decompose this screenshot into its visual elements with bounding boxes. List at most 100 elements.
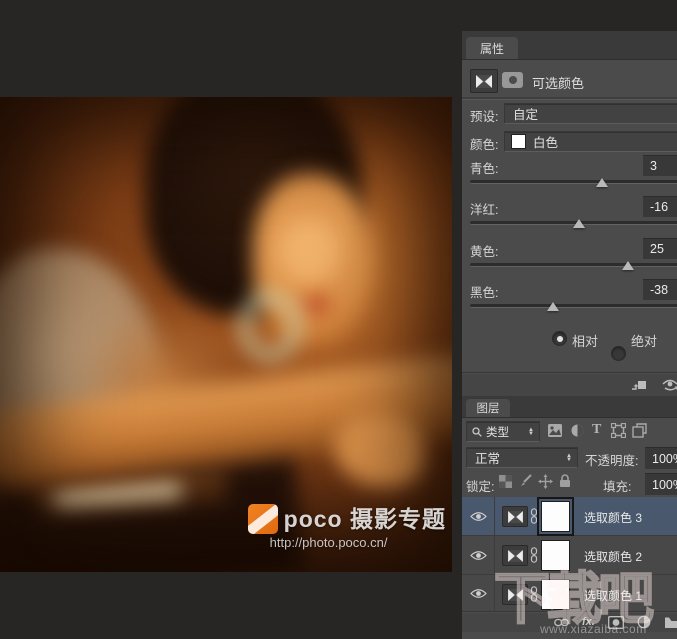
lock-pixels-brush-icon[interactable]	[518, 474, 533, 489]
link-layers-icon[interactable]	[554, 618, 569, 627]
layer-name[interactable]: 选取颜色 1	[584, 587, 642, 604]
mask-link-icon[interactable]	[530, 586, 538, 602]
selective-color-adjustment-icon	[470, 69, 498, 93]
filter-adjustment-layers-icon[interactable]	[570, 423, 585, 438]
lock-all-padlock-icon[interactable]	[559, 474, 571, 488]
fill-value: 100%	[652, 478, 677, 492]
cyan-value-field[interactable]: 3	[643, 155, 677, 176]
lock-transparency-icon[interactable]	[499, 475, 512, 488]
preset-label: 预设:	[470, 106, 498, 125]
new-group-folder-icon[interactable]	[664, 616, 677, 629]
layer-mask-thumbnail[interactable]	[541, 501, 570, 532]
black-slider-thumb[interactable]	[547, 302, 559, 311]
poco-watermark-title: poco 摄影专题	[284, 500, 446, 534]
filter-type-layers-icon[interactable]: T	[592, 422, 601, 438]
fill-label: 填充:	[603, 476, 631, 495]
tab-layers[interactable]: 图层	[466, 399, 510, 417]
opacity-value: 100%	[652, 452, 677, 466]
yellow-slider-thumb[interactable]	[622, 261, 634, 270]
eye-icon	[470, 550, 487, 561]
adjustment-title: 可选颜色	[532, 73, 584, 92]
black-value-field[interactable]: -38	[643, 279, 677, 300]
yellow-value: 25	[650, 242, 664, 256]
cyan-label: 青色:	[470, 158, 498, 177]
relative-radio[interactable]	[552, 331, 567, 346]
layers-tabbar: 图层	[462, 396, 677, 418]
layer-filter-kind-dropdown[interactable]: 类型 ▲▼	[466, 421, 540, 442]
dropdown-arrows-icon: ▲▼	[566, 454, 572, 462]
absolute-radio-label: 绝对	[631, 331, 657, 350]
layer-name[interactable]: 选取颜色 3	[584, 509, 642, 526]
poco-watermark: poco 摄影专题 http://photo.poco.cn/	[248, 500, 446, 550]
properties-tabbar: 属性	[462, 31, 677, 60]
eye-icon	[470, 511, 487, 522]
lock-position-move-icon[interactable]	[538, 474, 553, 489]
selective-color-layer-icon[interactable]	[502, 545, 528, 566]
layer-mask-thumbnail[interactable]	[541, 540, 570, 571]
yellow-slider[interactable]	[470, 263, 677, 275]
layer-row-selective-color-2[interactable]: 选取颜色 2	[462, 536, 677, 575]
cyan-value: 3	[650, 159, 657, 173]
preset-dropdown[interactable]: 自定	[504, 103, 677, 124]
photoshop-workspace: poco 摄影专题 http://photo.poco.cn/ 属性 可选颜色	[0, 0, 677, 639]
color-swatch-white	[511, 134, 526, 149]
lock-label: 锁定:	[466, 476, 494, 495]
cyan-slider-track[interactable]	[470, 180, 677, 184]
yellow-slider-track[interactable]	[470, 263, 677, 267]
add-layer-mask-icon[interactable]	[608, 616, 624, 629]
black-slider[interactable]	[470, 304, 677, 316]
magenta-value-field[interactable]: -16	[643, 196, 677, 217]
header-divider	[462, 97, 677, 100]
selective-color-layer-icon[interactable]	[502, 506, 528, 527]
poco-watermark-url: http://photo.poco.cn/	[270, 535, 446, 550]
tab-properties[interactable]: 属性	[466, 37, 518, 59]
black-slider-track[interactable]	[470, 304, 677, 308]
cyan-slider-thumb[interactable]	[596, 178, 608, 187]
magenta-slider-thumb[interactable]	[573, 219, 585, 228]
filter-shape-layers-icon[interactable]	[611, 423, 626, 438]
opacity-field[interactable]: 100%	[645, 447, 677, 469]
blend-mode-value: 正常	[475, 448, 500, 467]
layer-style-fx-icon[interactable]: fx.	[582, 616, 595, 628]
color-value: 白色	[533, 132, 558, 151]
preset-value: 自定	[513, 104, 538, 123]
absolute-radio[interactable]	[611, 346, 626, 361]
document-canvas-photo[interactable]: poco 摄影专题 http://photo.poco.cn/	[0, 97, 452, 572]
layer-row-selective-color-1[interactable]: 选取颜色 1	[462, 575, 677, 612]
poco-logo-icon	[248, 504, 278, 534]
magenta-label: 洋红:	[470, 199, 498, 218]
filter-smart-objects-icon[interactable]	[632, 423, 647, 438]
properties-panel: 属性 可选颜色 预设: 自定 颜色: 白色 青	[462, 31, 677, 396]
visibility-toggle[interactable]	[462, 536, 495, 574]
properties-toolbar	[462, 372, 677, 396]
color-dropdown[interactable]: 白色	[504, 131, 677, 152]
layer-mask-icon[interactable]	[502, 72, 523, 88]
black-label: 黑色:	[470, 282, 498, 301]
layer-name[interactable]: 选取颜色 2	[584, 548, 642, 565]
dropdown-arrows-icon: ▲▼	[528, 428, 534, 436]
visibility-toggle[interactable]	[462, 497, 495, 535]
tab-layers-label: 图层	[477, 400, 500, 416]
selective-color-layer-icon[interactable]	[502, 584, 528, 605]
visibility-toggle[interactable]	[462, 575, 495, 611]
cyan-slider[interactable]	[470, 180, 677, 192]
opacity-label: 不透明度:	[585, 450, 638, 469]
layer-mask-thumbnail[interactable]	[541, 579, 570, 610]
layers-panel: 图层 类型 ▲▼ T 正常 ▲▼ 不透明度:	[462, 396, 677, 639]
mask-link-icon[interactable]	[530, 508, 538, 524]
mask-link-icon[interactable]	[530, 547, 538, 563]
fill-field[interactable]: 100%	[645, 473, 677, 495]
layer-row-selective-color-3[interactable]: 选取颜色 3	[462, 497, 677, 536]
tab-properties-label: 属性	[480, 40, 504, 57]
yellow-value-field[interactable]: 25	[643, 238, 677, 259]
black-value: -38	[650, 283, 668, 297]
eye-icon	[470, 588, 487, 599]
clip-to-layer-icon[interactable]	[631, 378, 647, 392]
blend-mode-dropdown[interactable]: 正常 ▲▼	[466, 447, 578, 468]
view-previous-state-eye-icon[interactable]	[661, 378, 677, 392]
magenta-slider[interactable]	[470, 221, 677, 233]
magenta-value: -16	[650, 200, 668, 214]
search-icon	[472, 427, 482, 437]
new-adjustment-layer-icon[interactable]	[637, 615, 651, 629]
filter-pixel-layers-icon[interactable]	[547, 423, 563, 438]
